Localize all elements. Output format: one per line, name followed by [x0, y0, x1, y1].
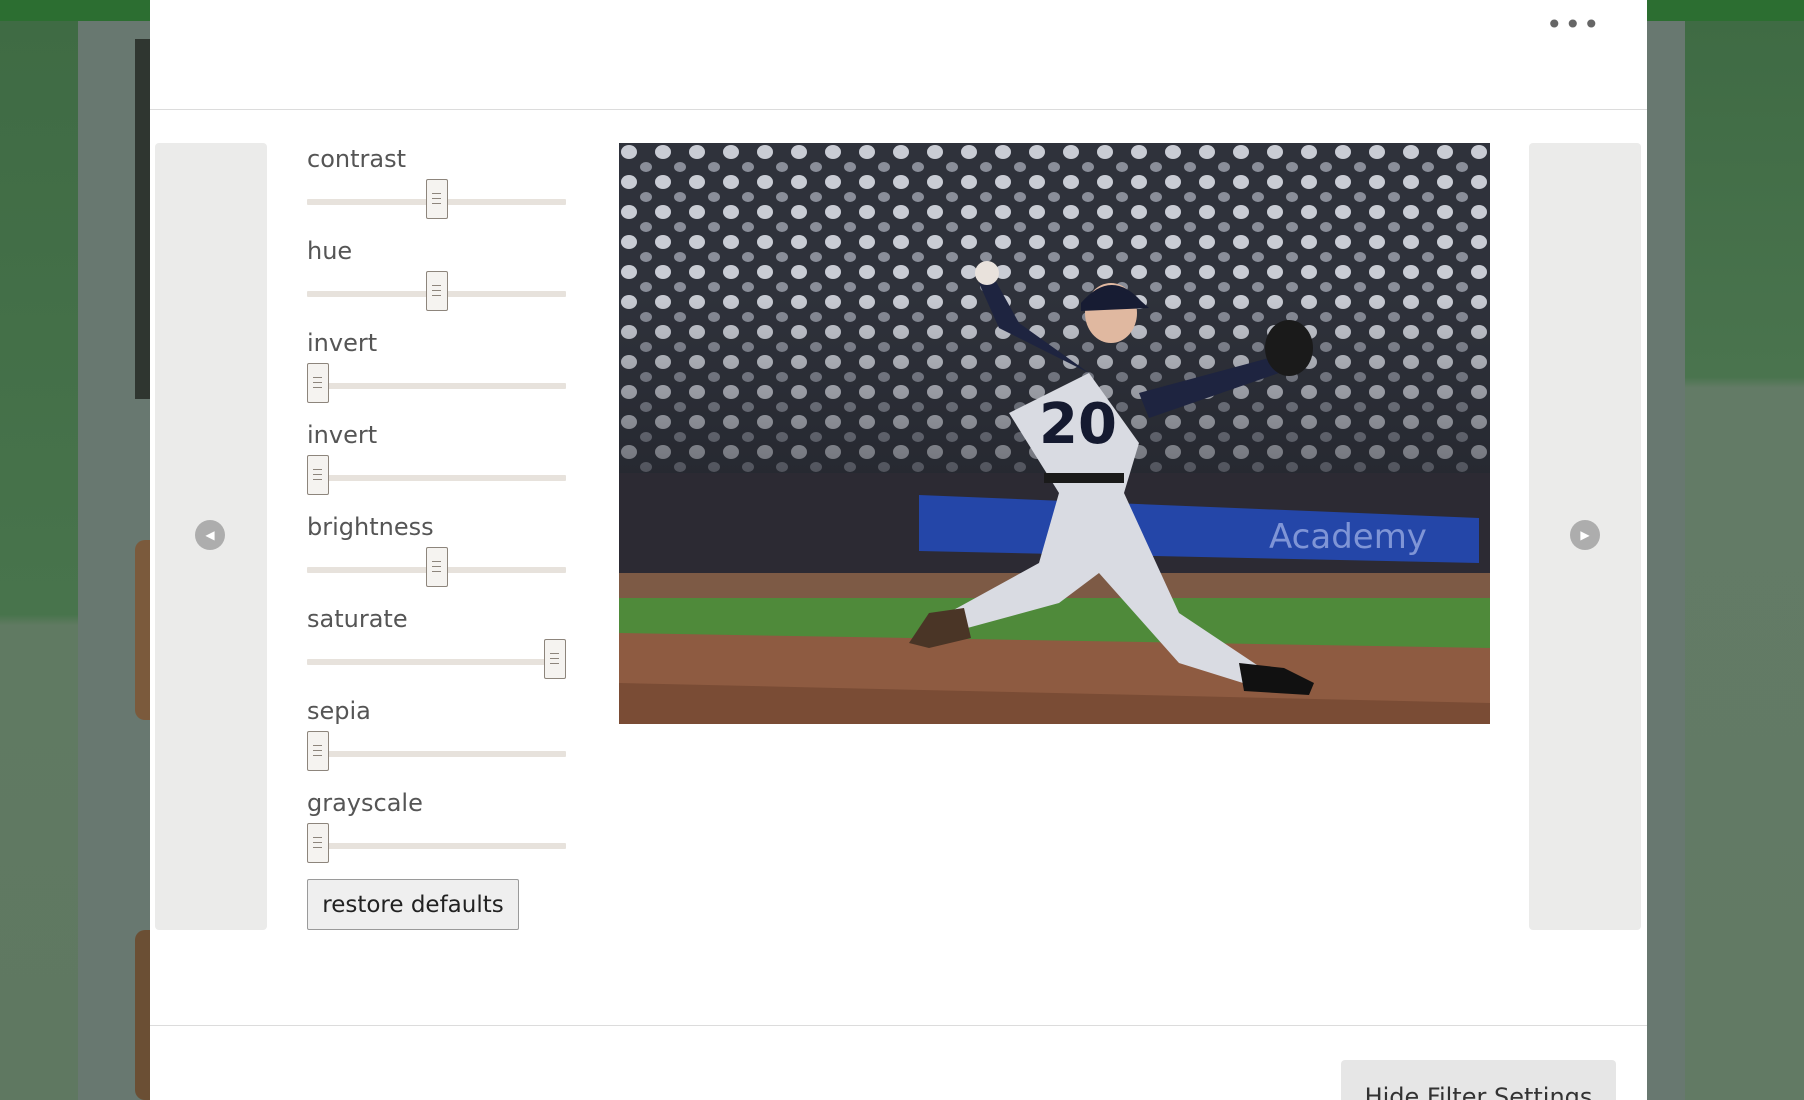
modal-footer: Hide Filter Settings: [150, 1025, 1647, 1100]
preview-photo: Academy 20: [619, 143, 1490, 724]
chevron-right-icon: ▶: [1570, 520, 1600, 550]
background-right-strip: [1647, 21, 1685, 1100]
modal-header: •••: [150, 0, 1647, 110]
chevron-left-icon: ◀: [195, 520, 225, 550]
restore-defaults-button[interactable]: restore defaults: [307, 879, 519, 930]
filter-row-saturate: saturate: [307, 603, 567, 695]
banner-text: Academy: [1269, 517, 1427, 557]
hide-filter-settings-button[interactable]: Hide Filter Settings: [1341, 1060, 1616, 1100]
background-right-field: [1685, 21, 1804, 1100]
filter-row-grayscale: grayscale: [307, 787, 567, 879]
contrast-slider[interactable]: [307, 179, 566, 219]
filter-label: sepia: [307, 697, 371, 725]
hue-slider[interactable]: [307, 271, 566, 311]
slider-handle[interactable]: [307, 731, 329, 771]
filter-row-hue: hue: [307, 235, 567, 327]
slider-handle[interactable]: [307, 455, 329, 495]
grayscale-slider[interactable]: [307, 823, 566, 863]
filter-row-sepia: sepia: [307, 695, 567, 787]
filter-label: hue: [307, 237, 353, 265]
jersey-number: 20: [1039, 392, 1117, 457]
slider-handle[interactable]: [426, 271, 448, 311]
brightness-slider[interactable]: [307, 547, 566, 587]
filter-label: contrast: [307, 145, 406, 173]
previous-image-button[interactable]: ◀: [155, 143, 267, 930]
filter-label: saturate: [307, 605, 408, 633]
filter-label: invert: [307, 421, 378, 449]
saturate-slider[interactable]: [307, 639, 566, 679]
filter-label: invert: [307, 329, 378, 357]
filter-row-invert: invert: [307, 327, 567, 419]
slider-handle[interactable]: [544, 639, 566, 679]
filter-controls: contrast hue invert invert brightness saturat…: [307, 143, 567, 879]
filter-row-contrast: contrast: [307, 143, 567, 235]
background-left-field: [0, 21, 78, 1100]
slider-handle[interactable]: [307, 823, 329, 863]
modal-body: ◀ contrast hue invert invert brightness satur…: [150, 111, 1647, 1025]
slider-handle[interactable]: [426, 547, 448, 587]
invert-slider[interactable]: [307, 363, 566, 403]
filter-modal: ••• ◀ contrast hue invert invert brightness s…: [150, 0, 1647, 1100]
next-image-button[interactable]: ▶: [1529, 143, 1641, 930]
filter-label: brightness: [307, 513, 434, 541]
filter-row-invert: invert: [307, 419, 567, 511]
more-options-button[interactable]: •••: [1546, 10, 1600, 40]
invert-slider[interactable]: [307, 455, 566, 495]
slider-handle[interactable]: [426, 179, 448, 219]
filter-label: grayscale: [307, 789, 423, 817]
slider-handle[interactable]: [307, 363, 329, 403]
filter-row-brightness: brightness: [307, 511, 567, 603]
sepia-slider[interactable]: [307, 731, 566, 771]
